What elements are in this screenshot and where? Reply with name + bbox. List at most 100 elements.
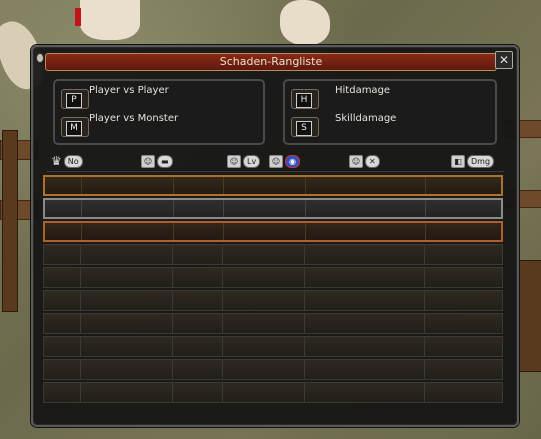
table-cell	[426, 177, 501, 194]
table-cell	[305, 314, 425, 333]
table-cell	[305, 337, 425, 356]
table-cell	[426, 200, 501, 217]
table-cell	[45, 223, 82, 240]
table-cell	[306, 177, 426, 194]
table-cell	[44, 314, 81, 333]
skilldamage-label: Skilldamage	[335, 113, 397, 124]
col-rank[interactable]: ♛ No	[51, 155, 83, 168]
table-cell	[425, 314, 502, 333]
table-cell	[425, 360, 502, 379]
table-cell	[425, 291, 502, 310]
table-cell	[45, 200, 82, 217]
table-row[interactable]	[43, 221, 503, 242]
close-button[interactable]: ✕	[495, 51, 513, 69]
table-row[interactable]	[43, 359, 503, 380]
hitdamage-option[interactable]: H Hitdamage	[291, 85, 491, 109]
table-cell	[44, 245, 81, 264]
table-cell	[174, 177, 224, 194]
table-row[interactable]	[43, 244, 503, 265]
table-row[interactable]	[43, 382, 503, 403]
table-cell	[173, 337, 223, 356]
table-cell	[81, 383, 173, 402]
table-cell	[173, 383, 223, 402]
table-cell	[82, 177, 174, 194]
window-title: Schaden-Rangliste	[219, 55, 323, 68]
table-cell	[426, 223, 501, 240]
table-row[interactable]	[43, 175, 503, 196]
table-cell	[223, 337, 305, 356]
col-damage[interactable]: ◧ Dmg	[451, 155, 495, 168]
table-cell	[223, 383, 305, 402]
table-cell	[224, 177, 306, 194]
table-cell	[81, 268, 173, 287]
player-icon: ☺	[349, 155, 363, 168]
table-cell	[305, 245, 425, 264]
pvp-label: Player vs Player	[89, 85, 169, 96]
table-cell	[305, 360, 425, 379]
table-cell	[173, 268, 223, 287]
table-cell	[173, 314, 223, 333]
table-cell	[223, 268, 305, 287]
table-cell	[425, 245, 502, 264]
table-row[interactable]	[43, 198, 503, 219]
table-cell	[173, 291, 223, 310]
horse	[280, 0, 330, 45]
skilldamage-option[interactable]: S Skilldamage	[291, 113, 491, 137]
table-cell	[224, 200, 306, 217]
table-cell	[173, 245, 223, 264]
table-cell	[44, 337, 81, 356]
ranking-column-header: ♛ No ☺ ▬ ☺ Lv ☺ ◉ ☺ ✕ ◧ Dmg	[47, 153, 504, 172]
table-cell	[81, 291, 173, 310]
table-cell	[174, 200, 224, 217]
hitdamage-label: Hitdamage	[335, 85, 391, 96]
table-cell	[223, 291, 305, 310]
fence-post	[518, 260, 541, 372]
table-cell	[174, 223, 224, 240]
col-empire[interactable]: ☺ ◉	[269, 155, 300, 168]
pvp-option[interactable]: P Player vs Player	[61, 85, 261, 109]
hitdamage-key-button[interactable]: H	[291, 89, 319, 109]
table-row[interactable]	[43, 267, 503, 288]
pvm-label: Player vs Monster	[89, 113, 179, 124]
horse	[80, 0, 140, 40]
table-cell	[223, 360, 305, 379]
skilldamage-key-button[interactable]: S	[291, 117, 319, 137]
window-titlebar[interactable]: Schaden-Rangliste	[45, 53, 497, 71]
crown-icon: ♛	[51, 154, 62, 168]
player-icon: ☺	[141, 155, 155, 168]
table-cell	[306, 223, 426, 240]
table-row[interactable]	[43, 336, 503, 357]
col-level[interactable]: ☺ Lv	[227, 155, 261, 168]
window-gem-icon	[36, 53, 44, 63]
table-cell	[305, 291, 425, 310]
table-cell	[305, 383, 425, 402]
damage-icon: ◧	[451, 155, 465, 168]
damage-ranking-window[interactable]: Schaden-Rangliste ✕ P Player vs Player M…	[31, 45, 519, 427]
table-cell	[425, 383, 502, 402]
table-cell	[305, 268, 425, 287]
table-cell	[81, 245, 173, 264]
empire-flag-icon: ◉	[285, 155, 300, 168]
table-cell	[224, 223, 306, 240]
col-kills[interactable]: ☺ ✕	[349, 155, 380, 168]
fence-post	[2, 130, 18, 312]
pvm-option[interactable]: M Player vs Monster	[61, 113, 261, 137]
pvp-key-button[interactable]: P	[61, 89, 89, 109]
table-cell	[81, 360, 173, 379]
table-cell	[173, 360, 223, 379]
col-name[interactable]: ☺ ▬	[141, 155, 173, 168]
table-cell	[223, 314, 305, 333]
damage-filter-group: H Hitdamage S Skilldamage	[283, 79, 497, 145]
table-cell	[81, 314, 173, 333]
pvm-key-button[interactable]: M	[61, 117, 89, 137]
table-cell	[44, 291, 81, 310]
table-cell	[44, 268, 81, 287]
empire-icon: ☺	[269, 155, 283, 168]
table-row[interactable]	[43, 290, 503, 311]
ranking-table	[43, 175, 503, 405]
table-cell	[306, 200, 426, 217]
table-row[interactable]	[43, 313, 503, 334]
player-icon: ☺	[227, 155, 241, 168]
table-cell	[425, 268, 502, 287]
table-cell	[82, 223, 174, 240]
